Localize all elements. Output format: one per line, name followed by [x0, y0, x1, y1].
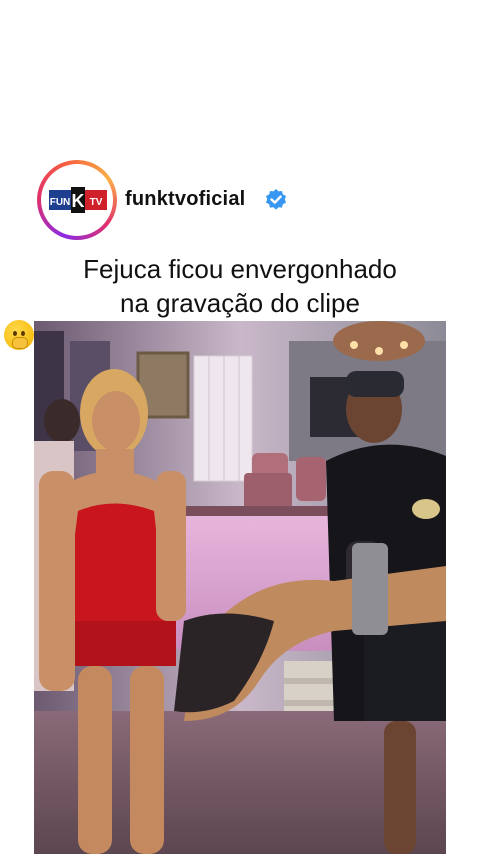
post-header: FUN K TV funktvoficial	[37, 160, 457, 240]
verified-badge-icon	[266, 189, 286, 210]
video-scene	[34, 321, 446, 854]
face-with-hand-over-mouth-emoji	[4, 320, 34, 350]
username[interactable]: funktvoficial	[125, 188, 245, 211]
funktv-logo: FUN K TV	[49, 187, 107, 213]
caption-line-2: na gravação do clipe	[120, 288, 360, 318]
video-frame[interactable]	[34, 321, 446, 854]
logo-text-middle: K	[72, 191, 85, 211]
caption-line-1: Fejuca ficou envergonhado	[83, 254, 397, 284]
logo-text-right: TV	[90, 197, 103, 208]
avatar[interactable]: FUN K TV	[37, 160, 117, 240]
logo-text-left: FUN	[50, 197, 71, 208]
